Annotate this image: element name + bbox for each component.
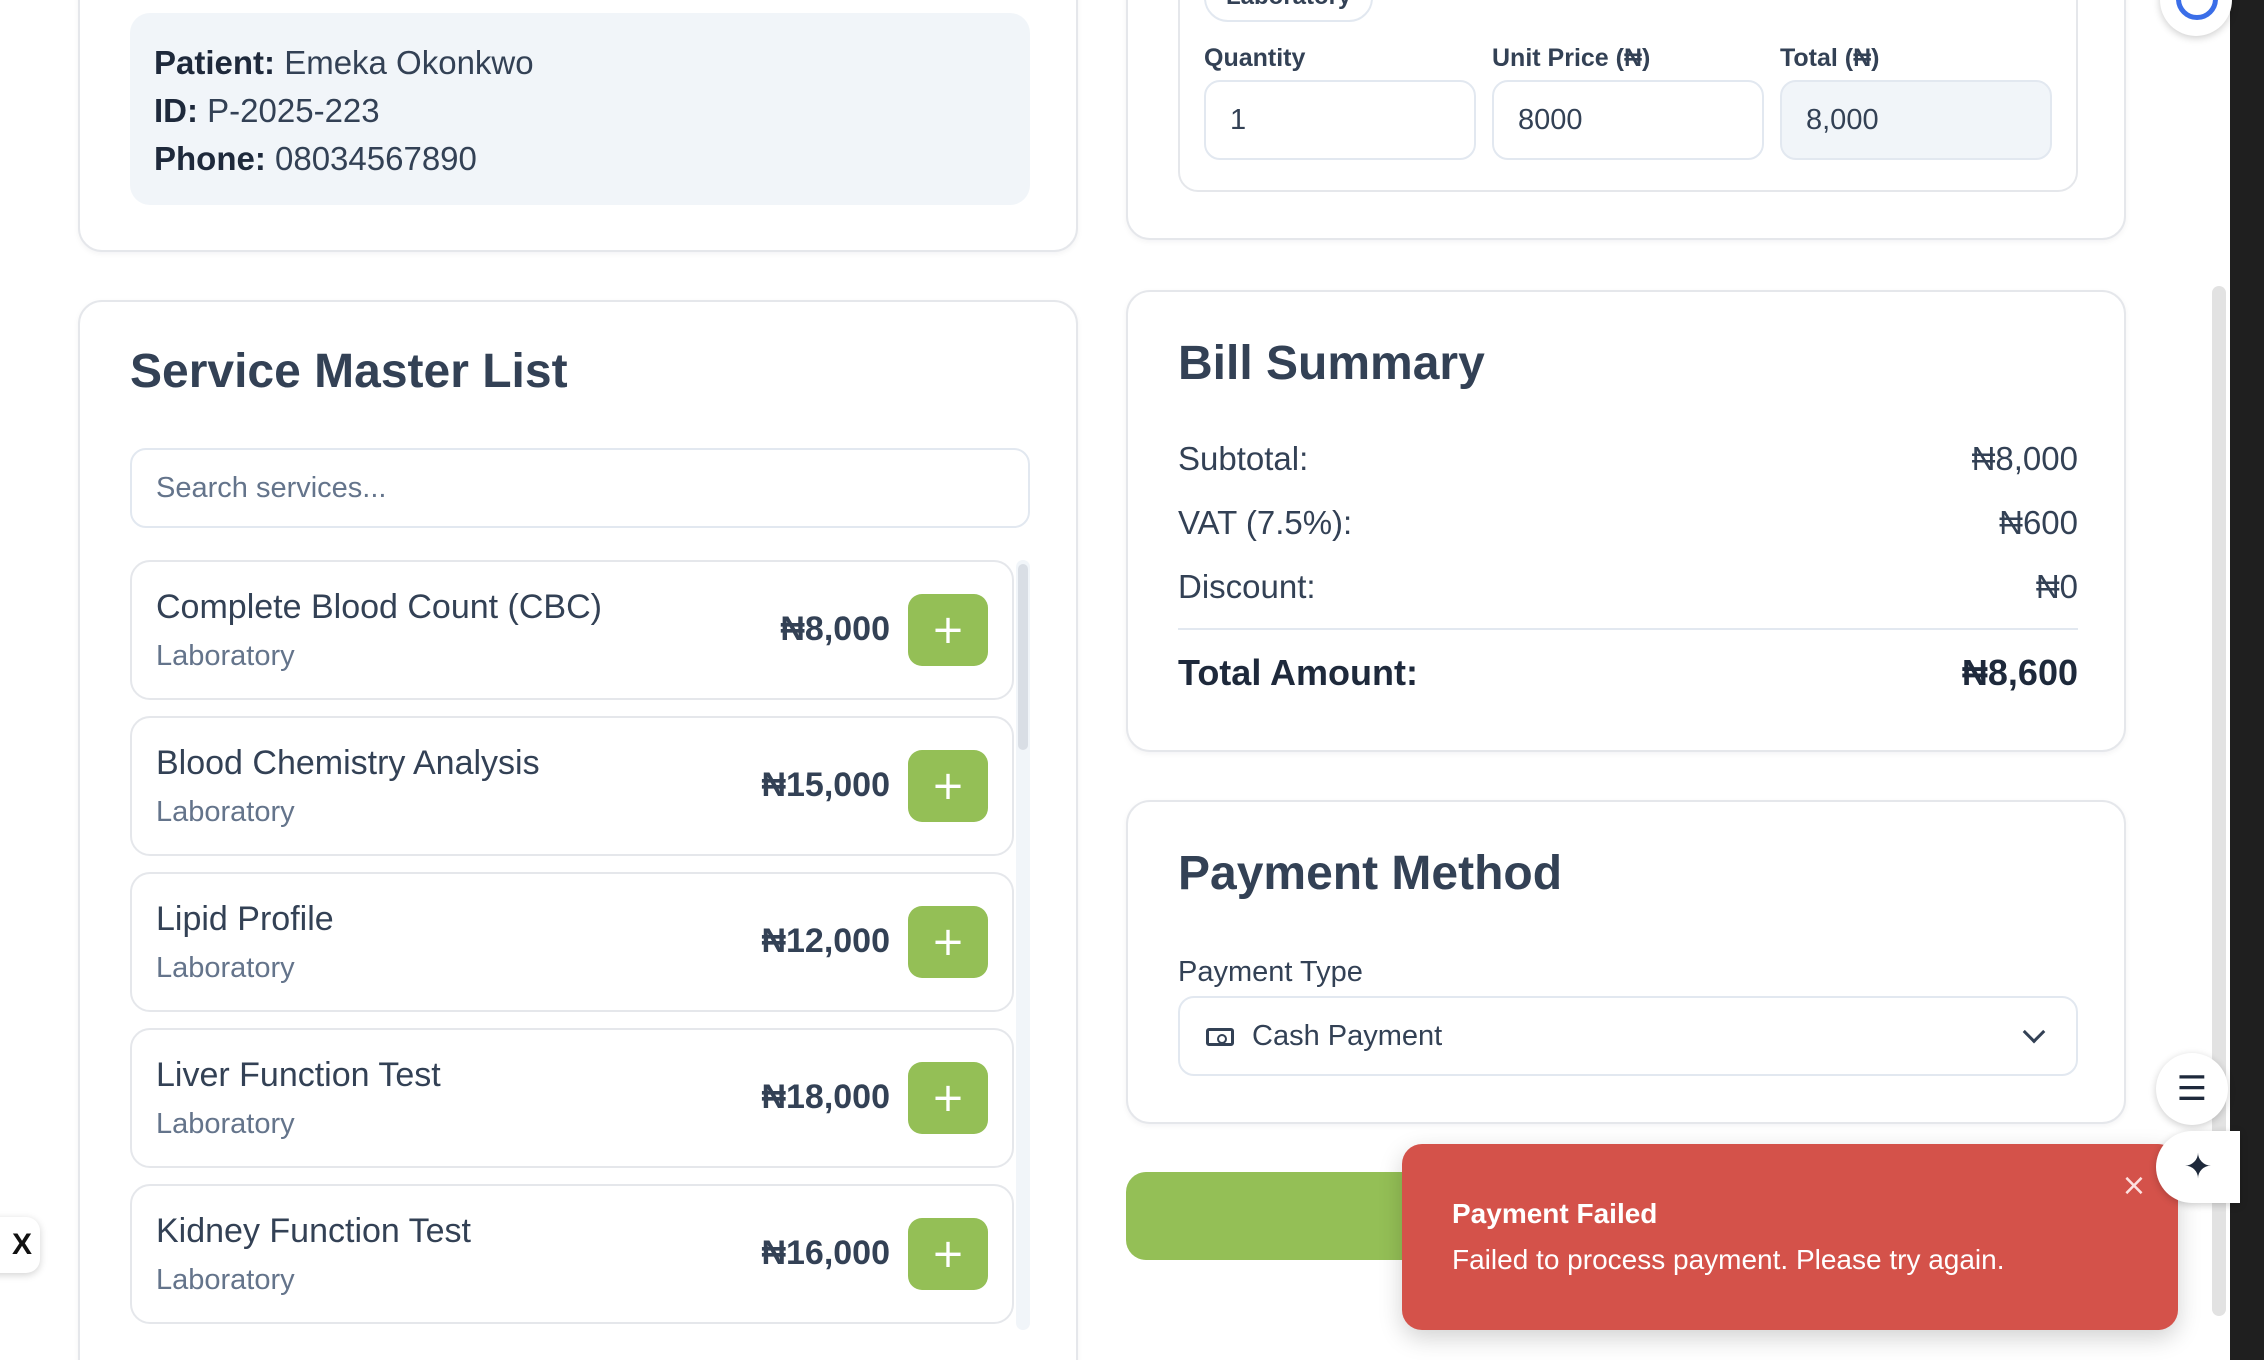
patient-info-box: Patient: Emeka Okonkwo ID: P-2025-223 Ph…: [130, 13, 1030, 205]
quantity-label: Quantity: [1204, 44, 1306, 72]
service-price: ₦12,000: [761, 922, 890, 960]
patient-id: P-2025-223: [207, 92, 380, 129]
service-category: Laboratory: [156, 952, 295, 984]
service-name: Blood Chemistry Analysis: [156, 744, 540, 782]
service-price: ₦15,000: [761, 766, 890, 804]
total-amount-label: Total Amount:: [1178, 652, 1418, 693]
patient-id-label: ID:: [154, 92, 198, 129]
patient-phone-label: Phone:: [154, 140, 266, 177]
quantity-input[interactable]: 1: [1204, 80, 1476, 160]
discount-value: ₦0: [2035, 568, 2078, 605]
service-name: Kidney Function Test: [156, 1212, 471, 1250]
total-amount-row: Total Amount: ₦8,600: [1178, 652, 2078, 694]
service-item: Lipid Profile Laboratory ₦12,000 +: [130, 872, 1014, 1012]
service-price: ₦18,000: [761, 1078, 890, 1116]
service-list-scrollbar[interactable]: [1016, 560, 1030, 1330]
service-name: Liver Function Test: [156, 1056, 441, 1094]
bill-item: Laboratory Quantity Unit Price (₦) Total…: [1178, 0, 2078, 192]
subtotal-label: Subtotal:: [1178, 440, 1309, 477]
payment-failed-toast: Payment Failed Failed to process payment…: [1402, 1144, 2178, 1330]
add-service-button[interactable]: +: [908, 1062, 988, 1134]
discount-label: Discount:: [1178, 568, 1316, 605]
service-price: ₦16,000: [761, 1234, 890, 1272]
service-list: Complete Blood Count (CBC) Laboratory ₦8…: [130, 560, 1014, 1340]
subtotal-value: ₦8,000: [1971, 440, 2078, 477]
total-field: 8,000: [1780, 80, 2052, 160]
vat-label: VAT (7.5%):: [1178, 504, 1353, 541]
sparkle-icon[interactable]: ✦: [2156, 1131, 2240, 1203]
search-services-input[interactable]: [130, 448, 1030, 528]
vat-value: ₦600: [1999, 504, 2078, 541]
patient-name: Emeka Okonkwo: [284, 44, 534, 81]
service-name: Lipid Profile: [156, 900, 334, 938]
patient-id-line: ID: P-2025-223: [154, 87, 1006, 135]
payment-method-card: Payment Method Payment Type Cash Payment: [1126, 800, 2126, 1124]
service-category: Laboratory: [156, 1108, 295, 1140]
toast-message: Failed to process payment. Please try ag…: [1452, 1244, 2005, 1275]
toast-title: Payment Failed: [1452, 1198, 1658, 1229]
chevron-down-icon: [2022, 1020, 2046, 1044]
total-amount-value: ₦8,600: [1961, 652, 2078, 693]
bill-summary-title: Bill Summary: [1178, 337, 1485, 390]
discount-row: Discount: ₦0: [1178, 568, 2078, 606]
list-icon[interactable]: ☰: [2156, 1053, 2228, 1125]
service-master-list-card: Service Master List Complete Blood Count…: [78, 300, 1078, 1360]
bill-summary-card: Bill Summary Subtotal: ₦8,000 VAT (7.5%)…: [1126, 290, 2126, 752]
patient-card: Patient: Emeka Okonkwo ID: P-2025-223 Ph…: [78, 0, 1078, 252]
add-service-button[interactable]: +: [908, 594, 988, 666]
payment-type-value: Cash Payment: [1252, 1020, 1443, 1052]
service-list-scroll-thumb[interactable]: [1018, 564, 1028, 750]
patient-name-line: Patient: Emeka Okonkwo: [154, 39, 1006, 87]
patient-phone-line: Phone: 08034567890: [154, 135, 1006, 183]
total-label: Total (₦): [1780, 44, 1880, 72]
unit-price-label: Unit Price (₦): [1492, 44, 1651, 72]
payment-type-select[interactable]: Cash Payment: [1178, 996, 2078, 1076]
close-icon[interactable]: ×: [2116, 1168, 2152, 1204]
summary-divider: [1178, 628, 2078, 630]
patient-phone: 08034567890: [275, 140, 477, 177]
service-category: Laboratory: [156, 640, 295, 672]
selected-item-card: Laboratory Quantity Unit Price (₦) Total…: [1126, 0, 2126, 240]
add-service-button[interactable]: +: [908, 906, 988, 978]
service-list-title: Service Master List: [130, 345, 568, 398]
category-badge: Laboratory: [1204, 0, 1374, 22]
patient-name-label: Patient:: [154, 44, 276, 81]
service-price: ₦8,000: [780, 610, 890, 648]
service-item: Complete Blood Count (CBC) Laboratory ₦8…: [130, 560, 1014, 700]
service-item: Blood Chemistry Analysis Laboratory ₦15,…: [130, 716, 1014, 856]
service-name: Complete Blood Count (CBC): [156, 588, 602, 626]
vat-row: VAT (7.5%): ₦600: [1178, 504, 2078, 542]
cash-icon: [1206, 1028, 1234, 1046]
unit-price-input[interactable]: 8000: [1492, 80, 1764, 160]
service-item: Kidney Function Test Laboratory ₦16,000 …: [130, 1184, 1014, 1324]
service-category: Laboratory: [156, 796, 295, 828]
add-service-button[interactable]: +: [908, 1218, 988, 1290]
add-service-button[interactable]: +: [908, 750, 988, 822]
x-logo-icon[interactable]: X: [0, 1217, 40, 1273]
subtotal-row: Subtotal: ₦8,000: [1178, 440, 2078, 478]
payment-type-label: Payment Type: [1178, 956, 1363, 988]
service-item: Liver Function Test Laboratory ₦18,000 +: [130, 1028, 1014, 1168]
payment-method-title: Payment Method: [1178, 847, 1563, 900]
service-category: Laboratory: [156, 1264, 295, 1296]
